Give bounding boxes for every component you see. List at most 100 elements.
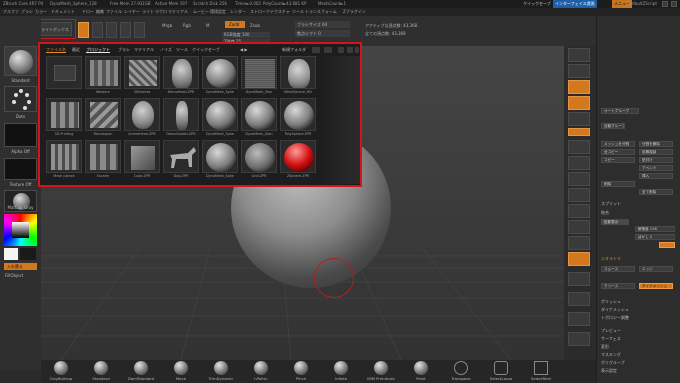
shelf-standard[interactable]: Standard bbox=[81, 360, 121, 383]
m-toggle[interactable]: M bbox=[206, 23, 209, 28]
tab-quicksave[interactable]: クイックセーブ bbox=[192, 46, 220, 54]
lightbox-option-button-1[interactable] bbox=[312, 47, 320, 53]
geometry-header[interactable]: ジオメトリ bbox=[601, 256, 621, 262]
shelf-hpolish[interactable]: hPolish bbox=[241, 360, 281, 383]
lightbox-item-dynamesh-skin[interactable] bbox=[241, 56, 277, 89]
brush-thumbnail[interactable] bbox=[4, 46, 37, 76]
lightbox-item-western[interactable] bbox=[85, 56, 121, 89]
fill-object-button[interactable]: FillObject bbox=[5, 273, 23, 278]
lightbox-close-icon[interactable] bbox=[355, 47, 359, 53]
shelf-trimdynamic[interactable]: TrimDynamic bbox=[201, 360, 241, 383]
shelf-inflate[interactable]: Inflate bbox=[321, 360, 361, 383]
polyf-button[interactable] bbox=[568, 252, 590, 266]
polygroups-row[interactable]: ポリグループ bbox=[601, 360, 625, 366]
move-mode-button[interactable] bbox=[106, 22, 117, 38]
palette-btn-10[interactable]: 削除 bbox=[601, 181, 635, 187]
shelf-damstandard[interactable]: DamStandard bbox=[121, 360, 161, 383]
menu-document[interactable]: ドキュメント bbox=[51, 8, 75, 16]
palette-btn-8[interactable]: アペンド bbox=[639, 165, 673, 171]
rotate-mode-button[interactable] bbox=[134, 22, 145, 38]
palette-btn-11[interactable]: 全て削除 bbox=[639, 189, 673, 195]
resolution-slider[interactable]: 解像度 128 bbox=[635, 226, 675, 232]
shelf-transpose[interactable]: Transpose bbox=[441, 360, 481, 383]
new-folder-button[interactable]: 新規フォルダ bbox=[282, 46, 306, 54]
menu-brush[interactable]: ブラシ bbox=[21, 8, 33, 16]
xyz-button[interactable] bbox=[568, 172, 590, 186]
lightbox-item-cube[interactable] bbox=[124, 140, 160, 173]
lightbox-item-meshplanes[interactable] bbox=[46, 140, 82, 173]
lightbox-size-icon[interactable] bbox=[347, 47, 353, 53]
tab-tool[interactable]: ツール bbox=[176, 46, 188, 54]
lightbox-item-demohead[interactable] bbox=[163, 56, 199, 89]
move-view-button[interactable] bbox=[568, 204, 590, 218]
lsym-button[interactable] bbox=[568, 156, 590, 170]
merge-header[interactable]: 結合 bbox=[601, 210, 609, 216]
local-button[interactable] bbox=[568, 140, 590, 154]
lightbox-option-button-2[interactable] bbox=[324, 47, 332, 53]
xpose-button[interactable] bbox=[568, 332, 590, 346]
menu-alpha[interactable]: アルファ bbox=[3, 8, 19, 16]
ui-transparency-toggle[interactable]: インターフェイス透過 bbox=[553, 0, 597, 8]
lightbox-item-3dprinting[interactable] bbox=[46, 98, 82, 131]
zsub-toggle[interactable]: Zsub bbox=[250, 23, 260, 28]
tab-filename[interactable]: ファイル名 bbox=[46, 46, 66, 54]
zoom3d-button[interactable] bbox=[568, 220, 590, 234]
lightbox-grid-icon[interactable] bbox=[338, 47, 344, 53]
lightbox-item-dynamesh-sphere-2[interactable] bbox=[202, 98, 238, 131]
persp-button[interactable] bbox=[568, 112, 590, 126]
lightbox-item-dynamesh-sphere-3[interactable] bbox=[202, 140, 238, 173]
focal-shift-slider[interactable]: 焦点シフト 0 bbox=[295, 30, 350, 37]
menu-edit[interactable]: 編集 bbox=[96, 8, 104, 16]
deformation-row[interactable]: 変形 bbox=[601, 344, 609, 350]
menu-render[interactable]: レンダー bbox=[230, 8, 246, 16]
lightbox-item-dynamesh-stan[interactable] bbox=[241, 98, 277, 131]
project-button[interactable]: 投影表示 bbox=[601, 219, 629, 225]
brush-size-slider[interactable]: ブラシサイズ 64 bbox=[295, 21, 350, 28]
preview-row[interactable]: プレビュー bbox=[601, 328, 621, 334]
palette-btn-4[interactable]: 前期複製 bbox=[639, 149, 673, 155]
menu-file[interactable]: ファイル bbox=[106, 8, 122, 16]
shelf-paint[interactable]: Paint bbox=[401, 360, 441, 383]
menu-macro[interactable]: マクロ bbox=[155, 8, 167, 16]
main-color-swatch[interactable] bbox=[4, 248, 18, 260]
secondary-color-swatch[interactable] bbox=[20, 248, 36, 260]
lightbox-item-3dframes[interactable] bbox=[124, 56, 160, 89]
tab-material[interactable]: マテリアル bbox=[134, 46, 154, 54]
rgb-toggle[interactable]: Rgb bbox=[183, 23, 191, 28]
tab-recent[interactable]: 最近 bbox=[72, 46, 80, 54]
scroll-button[interactable] bbox=[568, 48, 590, 62]
stroke-thumbnail[interactable] bbox=[4, 86, 37, 112]
topology-row[interactable]: トポロジー調整 bbox=[601, 315, 629, 321]
palette-btn-1[interactable]: メッシュを分割 bbox=[601, 141, 635, 147]
shelf-claybuildup[interactable]: ClayBuildup bbox=[41, 360, 81, 383]
default-zscript[interactable]: DefaultZScript bbox=[628, 0, 657, 8]
lightbox-item-grid[interactable] bbox=[241, 140, 277, 173]
alpha-thumbnail[interactable] bbox=[4, 123, 37, 147]
menu-layer[interactable]: レイヤー bbox=[124, 8, 140, 16]
lightbox-item-polysphere[interactable] bbox=[280, 98, 316, 131]
tab-project[interactable]: プロジェクト bbox=[86, 46, 110, 54]
texture-thumbnail[interactable] bbox=[4, 158, 37, 180]
masking-row[interactable]: マスキング bbox=[601, 352, 621, 358]
dynamesh-row[interactable]: ダイナメッシュ bbox=[601, 307, 629, 313]
display-properties-row[interactable]: 表示設定 bbox=[601, 368, 617, 374]
palette-btn-9[interactable]: 挿入 bbox=[639, 173, 673, 179]
shelf-move[interactable]: Move bbox=[161, 360, 201, 383]
menu-movie[interactable]: ムービー bbox=[193, 8, 209, 16]
lightbox-item-dog[interactable] bbox=[163, 140, 199, 173]
color-picker[interactable] bbox=[4, 214, 37, 246]
menu-transform[interactable]: トランスフォーム bbox=[305, 8, 337, 16]
lightbox-item-meshsphere-hd[interactable] bbox=[280, 56, 316, 89]
shelf-imm-primitives[interactable]: IMM Primitives bbox=[361, 360, 401, 383]
switch-color-button[interactable]: 入れ替え bbox=[4, 263, 37, 270]
edge-button[interactable]: エッジ bbox=[639, 266, 673, 272]
palette-btn-3[interactable]: 自動グループ bbox=[601, 123, 625, 129]
floor-button[interactable] bbox=[568, 128, 590, 136]
lightbox-item-demosoldier[interactable] bbox=[163, 98, 199, 131]
zoom-button[interactable] bbox=[568, 64, 590, 78]
palette-btn-7[interactable]: 貼付け bbox=[639, 157, 673, 163]
palette-btn-5[interactable]: 全コピー bbox=[601, 149, 635, 155]
surface-row[interactable]: サーフェス bbox=[601, 336, 621, 342]
aahalf-button[interactable] bbox=[568, 96, 590, 110]
menu-light[interactable]: ライト bbox=[142, 8, 154, 16]
